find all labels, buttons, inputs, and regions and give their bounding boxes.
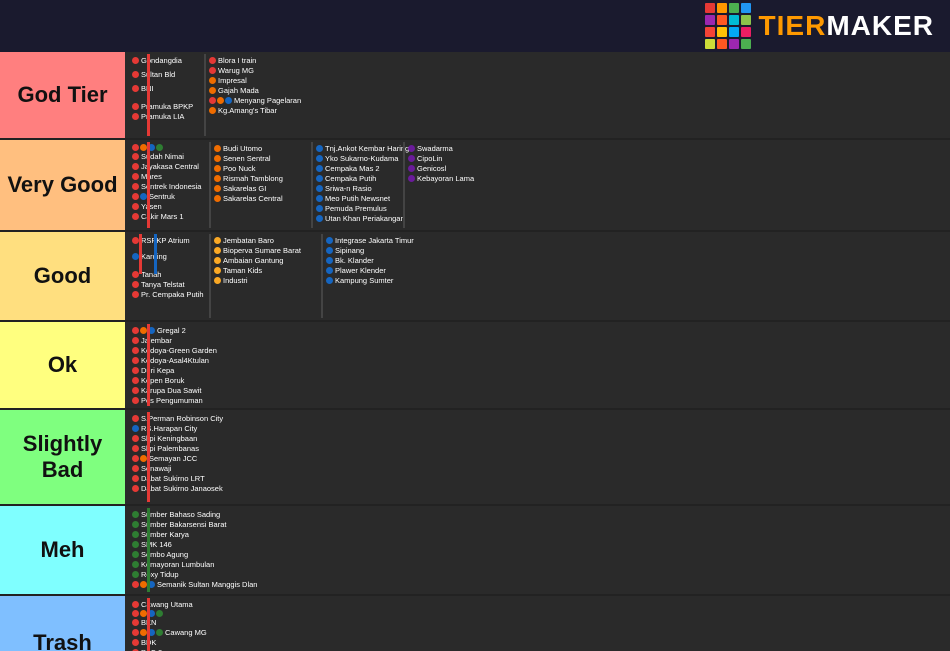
logo-tier: TiER xyxy=(759,10,827,41)
logo-grid xyxy=(705,3,751,49)
tier-content-trash: Cawang Utama BKN Cawang MG BDK PAC 2 xyxy=(125,596,950,651)
tier-row-very-good: Very Good Sudah Nimai Jayakasa Central M… xyxy=(0,140,950,232)
tier-content-slightly-bad: S.Perman Robinson City RS.Harapan City S… xyxy=(125,410,950,504)
tier-row-god: God Tier Gondangdia Sultan Bld BNI Pramu… xyxy=(0,52,950,140)
tier-label-good: Good xyxy=(0,232,125,320)
header: TiERMAKeR xyxy=(0,0,950,52)
tier-table: God Tier Gondangdia Sultan Bld BNI Pramu… xyxy=(0,52,950,651)
logo-maker: MAKeR xyxy=(826,10,934,41)
tier-label-god: God Tier xyxy=(0,52,125,138)
tiermaker-app: TiERMAKeR God Tier Gondangdia Sultan Bld… xyxy=(0,0,950,651)
tier-row-good: Good RSPKP Atrium Karding Tanah Tanya Te… xyxy=(0,232,950,322)
tier-label-meh: Meh xyxy=(0,506,125,594)
tier-row-ok: Ok Gregal 2 Jalembar Kedoya-Green Garden… xyxy=(0,322,950,410)
tier-row-slightly-bad: Slightly Bad S.Perman Robinson City RS.H… xyxy=(0,410,950,506)
tier-content-good: RSPKP Atrium Karding Tanah Tanya Telstat… xyxy=(125,232,950,320)
tier-row-meh: Meh Sumber Bahaso Sading Sumber Bakarsen… xyxy=(0,506,950,596)
logo: TiERMAKeR xyxy=(705,3,934,49)
tier-label-ok: Ok xyxy=(0,322,125,408)
logo-text: TiERMAKeR xyxy=(759,10,934,42)
tier-label-slightly-bad: Slightly Bad xyxy=(0,410,125,504)
tier-label-very-good: Very Good xyxy=(0,140,125,230)
tier-row-trash: Trash Cawang Utama BKN Cawang MG xyxy=(0,596,950,651)
tier-label-trash: Trash xyxy=(0,596,125,651)
tier-content-ok: Gregal 2 Jalembar Kedoya-Green Garden Ke… xyxy=(125,322,950,408)
tier-content-meh: Sumber Bahaso Sading Sumber Bakarsensi B… xyxy=(125,506,950,594)
tier-content-god: Gondangdia Sultan Bld BNI Pramuka BPKP P… xyxy=(125,52,950,138)
tier-content-very-good: Sudah Nimai Jayakasa Central Mares Sentr… xyxy=(125,140,950,230)
